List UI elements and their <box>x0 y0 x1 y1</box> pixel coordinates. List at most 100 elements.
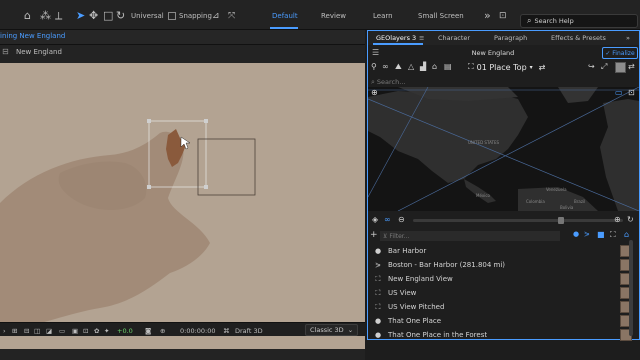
rectangle-tool-icon[interactable]: □ <box>103 9 113 23</box>
chevron-right-icon[interactable]: › <box>3 325 6 336</box>
search-help-field[interactable]: ⌕ Search Help <box>520 14 638 28</box>
workspace-panel-icon[interactable]: ⊡ <box>499 9 507 23</box>
paint-icon[interactable]: ◈ <box>372 215 378 224</box>
geo-search-field[interactable]: ⌕ Search... <box>371 77 571 87</box>
map-options-icon[interactable]: ⊡ <box>628 88 635 97</box>
channel-icon[interactable]: ◫ <box>34 325 40 336</box>
tab-effects-presets[interactable]: Effects & Presets <box>551 34 606 42</box>
video-camera-icon[interactable]: ▭ <box>615 88 623 97</box>
chevron-down-icon: ▾ <box>529 63 533 71</box>
geolayers-panel: GEOlayers 3 ≡ Character Paragraph Effect… <box>367 30 640 342</box>
location-label: That One Place <box>388 317 442 325</box>
exposure-icon[interactable]: ✦ <box>104 325 109 336</box>
tab-character[interactable]: Character <box>438 34 470 42</box>
crosshair-icon[interactable]: ⊕ <box>371 88 378 97</box>
dot-icon[interactable]: ● <box>573 230 579 238</box>
exposure-value[interactable]: +0.0 <box>117 325 133 336</box>
expand-icon[interactable]: ⤢ <box>601 62 607 72</box>
route-icon[interactable]: ⋟ <box>584 230 590 238</box>
tab-menu-icon[interactable]: ≡ <box>419 34 424 42</box>
geo-map-preview[interactable]: UNITED STATES México Venezuela Colombia … <box>368 87 639 211</box>
location-list: ● Bar Harbor ⋟ Boston - Bar Harbor (281.… <box>368 244 639 342</box>
comp-breadcrumb[interactable]: New England <box>16 48 62 56</box>
snap-edge-icon[interactable]: ⊿ <box>212 9 220 23</box>
world-map: UNITED STATES México Venezuela Colombia … <box>368 87 639 211</box>
location-item-us-view[interactable]: ⛶ US View <box>368 286 639 300</box>
geo-tab-bar: GEOlayers 3 ≡ Character Paragraph Effect… <box>368 31 639 45</box>
swap-icon[interactable]: ⇄ <box>539 63 546 72</box>
mask-icon[interactable]: ⊡ <box>83 325 88 336</box>
workspace-default[interactable]: Default <box>272 9 298 23</box>
network-icon[interactable]: ⁂ <box>40 9 51 23</box>
map-label: Brazil <box>574 199 585 204</box>
home-tool-icon[interactable]: ⌂ <box>24 9 31 23</box>
transparency-icon[interactable]: ▣ <box>72 325 78 336</box>
list-scrollbar[interactable] <box>629 240 633 336</box>
zoom-slider[interactable] <box>413 219 623 222</box>
finalize-button[interactable]: ✓ Finalize <box>602 47 638 59</box>
document-tool-icon[interactable]: ▤ <box>444 62 452 71</box>
frame-icon[interactable]: ⛶ <box>610 230 616 240</box>
grid-icon[interactable]: ⊟ <box>24 325 29 336</box>
selection-tool-icon[interactable]: ➤ <box>76 9 85 23</box>
add-icon[interactable]: + <box>370 230 378 240</box>
move-tool-icon[interactable]: ✥ <box>89 9 98 23</box>
filter-placeholder: Filter... <box>389 232 410 240</box>
location-item-new-england-view[interactable]: ⛶ New England View <box>368 272 639 286</box>
terrain-tool-icon[interactable]: ⛰ <box>395 62 402 72</box>
renderer-select[interactable]: Classic 3D ⌄ <box>305 324 359 336</box>
location-item-that-one-place-forest[interactable]: ● That One Place in the Forest <box>368 328 639 342</box>
building-tool-icon[interactable]: ⌂ <box>432 62 437 71</box>
zoom-slider-handle[interactable] <box>558 217 564 224</box>
location-item-boston-bar-harbor[interactable]: ⋟ Boston - Bar Harbor (281.804 mi) <box>368 258 639 272</box>
comp-viewport[interactable] <box>0 63 365 349</box>
workspace-review[interactable]: Review <box>321 9 346 23</box>
color-wheel-icon[interactable]: ✿ <box>94 325 99 336</box>
geo-comp-title: New England <box>471 49 515 57</box>
workspace-small-screen[interactable]: Small Screen <box>418 9 464 23</box>
frame-icon: ⛶ <box>375 274 381 283</box>
workspace-learn[interactable]: Learn <box>373 9 393 23</box>
map-zoom-bar: ◈ ∞ ⊖ ⊕ ↻ <box>368 215 639 225</box>
preview-icon[interactable]: ⊞ <box>12 325 17 336</box>
triangle-tool-icon[interactable]: △ <box>408 62 414 71</box>
camera-icon[interactable]: ◙ <box>145 325 151 336</box>
square-icon[interactable]: ■ <box>597 230 605 239</box>
display-icon[interactable]: ▭ <box>59 325 65 336</box>
swap-preset-icon[interactable]: ⇄ <box>628 62 635 71</box>
location-item-that-one-place[interactable]: ● That One Place <box>368 314 639 328</box>
timecode[interactable]: 0:00:00:00 <box>180 325 216 336</box>
region-icon[interactable]: ◪ <box>46 325 52 336</box>
comp-tab[interactable]: ining New England <box>0 32 65 40</box>
color-swatch[interactable] <box>615 62 626 73</box>
rotate-tool-icon[interactable]: ↻ <box>116 9 125 23</box>
refresh-icon[interactable]: ↻ <box>627 215 634 224</box>
folder-icon[interactable]: ⌂ <box>624 230 629 239</box>
tab-active-indicator <box>373 43 423 45</box>
filter-icon: ⊻ <box>383 232 388 240</box>
map-label: Venezuela <box>546 187 567 192</box>
location-item-us-view-pitched[interactable]: ⛶ US View Pitched <box>368 300 639 314</box>
share-icon[interactable]: ↪ <box>588 62 595 71</box>
checkbox-icon <box>168 12 176 20</box>
draft-3d-toggle[interactable]: Draft 3D <box>235 325 263 336</box>
preset-selector[interactable]: ⛶ 01 Place Top ▾ ⇄ <box>468 62 545 72</box>
lock-icon[interactable]: ⊟ <box>2 47 9 56</box>
filter-input[interactable]: ⊻ Filter... <box>380 231 560 241</box>
pin-icon: ● <box>374 247 382 255</box>
snapping-checkbox[interactable]: Snapping <box>168 9 212 23</box>
zoom-in-icon[interactable]: ⊕ <box>614 215 621 224</box>
link-tool-icon[interactable]: ∞ <box>382 62 389 71</box>
tab-paragraph[interactable]: Paragraph <box>494 34 527 42</box>
snap-expand-icon[interactable]: ⤧ <box>228 9 235 23</box>
workspace-more-icon[interactable]: » <box>484 9 491 23</box>
route-icon: ⋟ <box>375 261 381 269</box>
zoom-out-icon[interactable]: ⊖ <box>398 215 405 224</box>
tab-geolayers[interactable]: GEOlayers 3 <box>376 34 416 42</box>
link-icon[interactable]: ∞ <box>384 215 391 224</box>
chart-tool-icon[interactable]: ▟ <box>420 62 426 71</box>
pin-tool-icon[interactable]: ⚲ <box>371 62 377 71</box>
axis-icon[interactable]: ⟂ <box>55 9 62 23</box>
tab-more-icon[interactable]: » <box>626 34 630 42</box>
location-item-bar-harbor[interactable]: ● Bar Harbor <box>368 244 639 258</box>
